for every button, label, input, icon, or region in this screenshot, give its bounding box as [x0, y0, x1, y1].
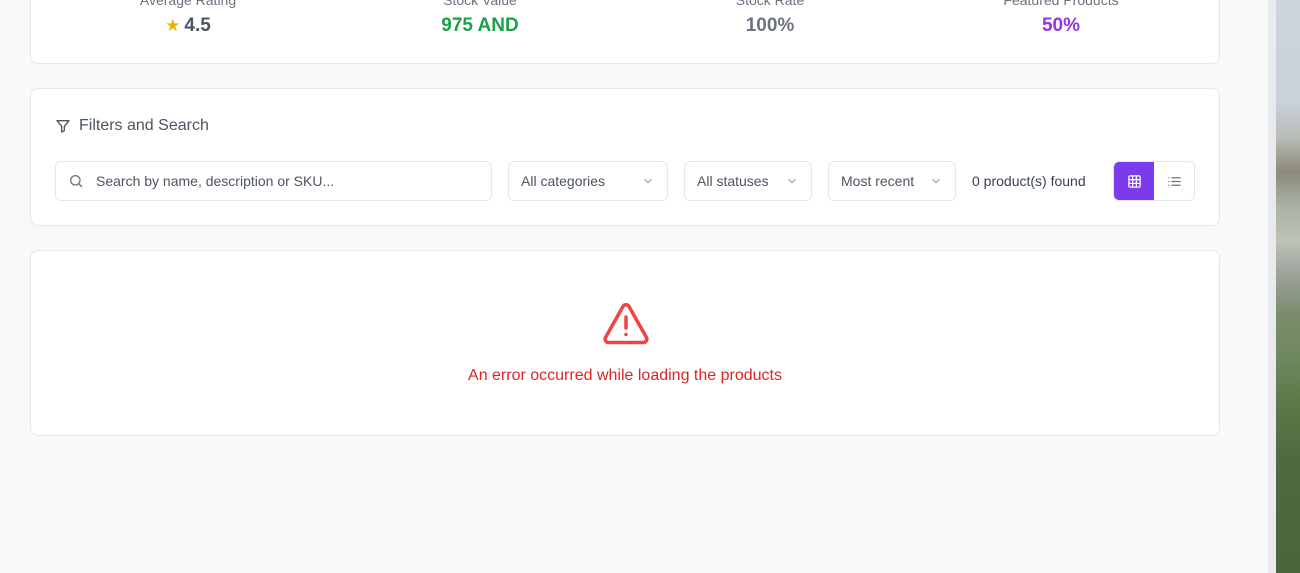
filters-title: Filters and Search — [79, 117, 209, 134]
error-message: An error occurred while loading the prod… — [468, 367, 782, 384]
chevron-down-icon — [788, 178, 796, 184]
stat-average-rating: Average Rating ★ 4.5 — [58, 0, 318, 37]
stat-label: Stock Rate — [735, 0, 805, 8]
star-icon: ★ — [165, 16, 181, 35]
grid-icon — [1127, 174, 1141, 188]
sort-select[interactable]: Most recent — [828, 161, 956, 201]
status-select[interactable]: All statuses — [684, 161, 812, 201]
sort-select-value: Most recent — [841, 173, 915, 189]
filters-header: Filters and Search — [55, 117, 209, 135]
list-view-button[interactable] — [1154, 162, 1194, 200]
stat-stock-rate: Stock Rate 100% — [640, 0, 900, 37]
search-input[interactable] — [96, 173, 476, 189]
error-card: An error occurred while loading the prod… — [30, 250, 1220, 436]
background-wallpaper — [1276, 0, 1300, 573]
category-select-value: All categories — [521, 173, 606, 189]
stat-label: Featured Products — [1003, 0, 1119, 8]
stat-value: 975 AND — [441, 15, 519, 36]
stat-value: 50% — [1041, 15, 1081, 36]
warning-triangle-icon — [603, 303, 649, 345]
stat-featured-products: Featured Products 50% — [931, 0, 1191, 37]
filters-card: Filters and Search All categories All st… — [30, 88, 1220, 226]
stat-label: Stock Value — [443, 0, 517, 8]
grid-view-button[interactable] — [1114, 162, 1154, 200]
list-icon — [1167, 176, 1181, 186]
results-count: 0 product(s) found — [972, 173, 1086, 189]
category-select[interactable]: All categories — [508, 161, 668, 201]
search-field[interactable] — [55, 161, 492, 201]
stat-value: 100% — [745, 15, 795, 36]
stats-card: Average Rating ★ 4.5 Stock Value 975 AND … — [30, 0, 1220, 64]
chevron-down-icon — [932, 178, 940, 184]
chevron-down-icon — [644, 178, 652, 184]
stat-stock-value: Stock Value 975 AND — [350, 0, 610, 37]
view-toggle — [1113, 161, 1195, 201]
stat-label: Average Rating — [139, 0, 237, 8]
scrollbar[interactable] — [1268, 0, 1276, 573]
status-select-value: All statuses — [697, 173, 769, 189]
stat-value: 4.5 — [184, 15, 211, 36]
filter-icon — [56, 120, 70, 133]
search-icon — [70, 175, 83, 188]
